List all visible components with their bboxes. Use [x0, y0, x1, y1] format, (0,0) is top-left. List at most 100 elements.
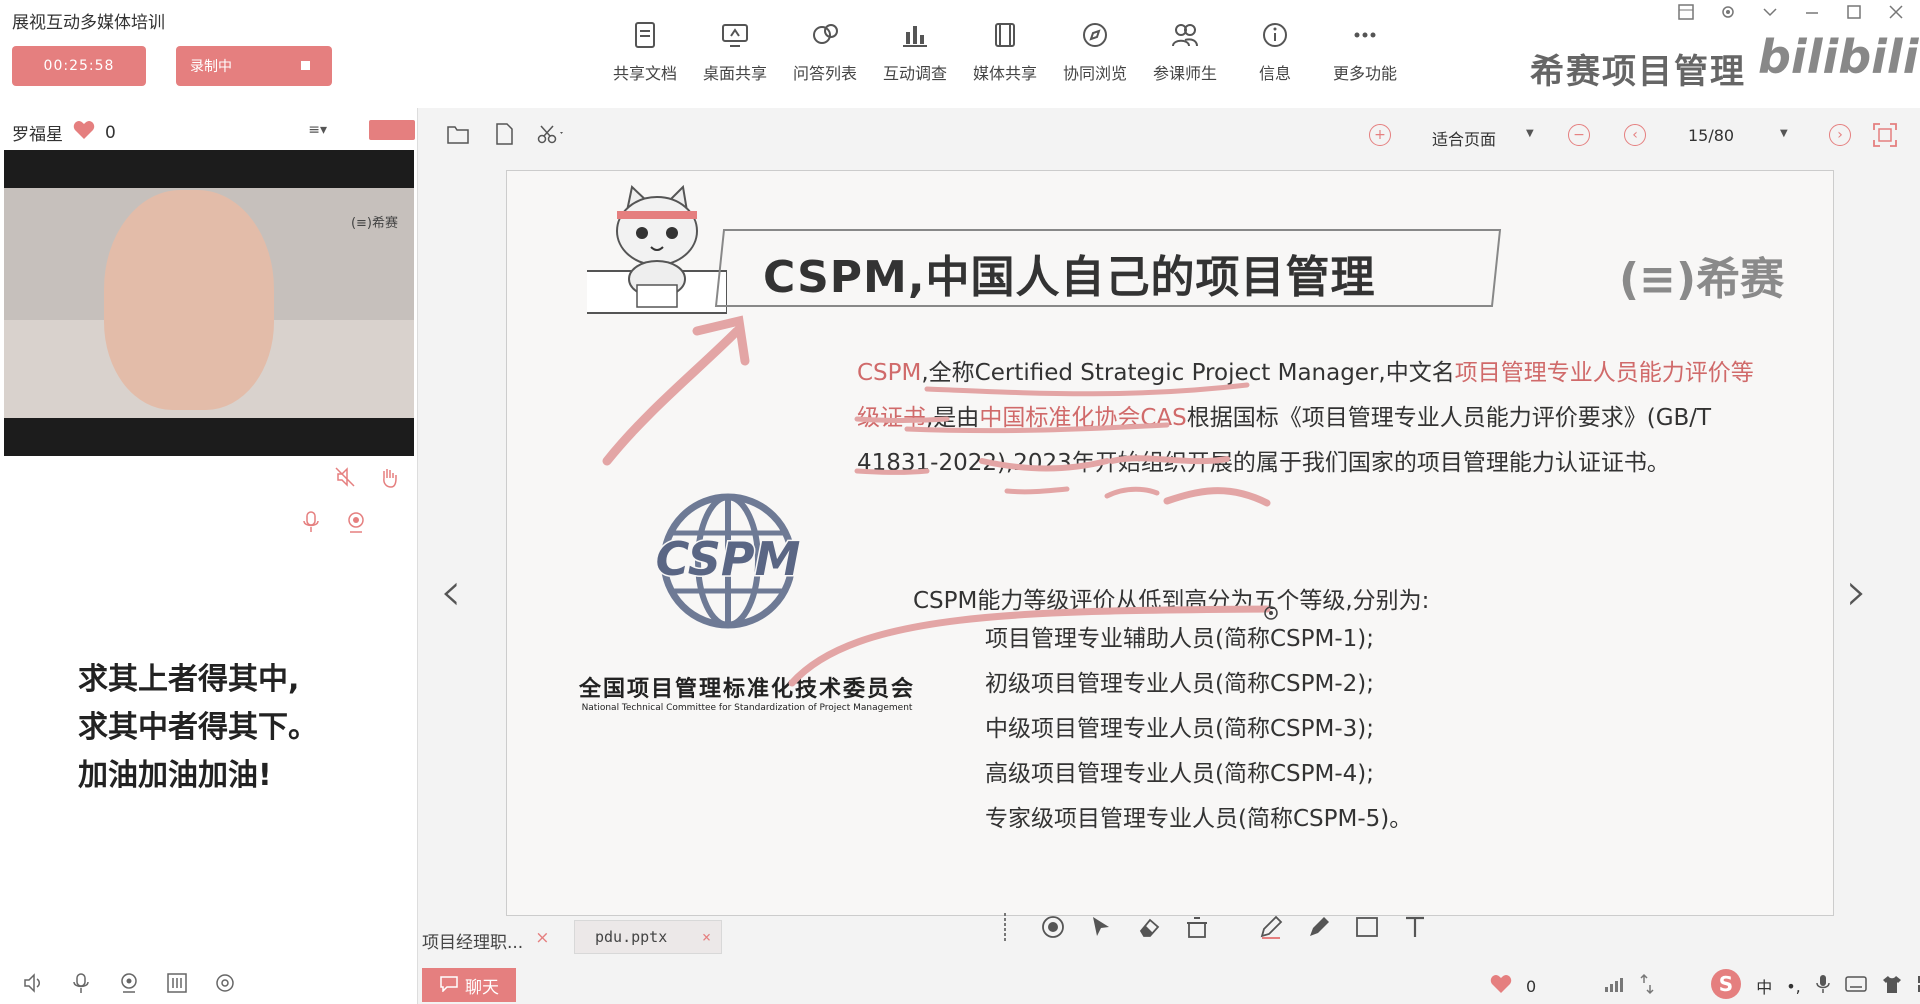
- chat-button[interactable]: 聊天: [422, 968, 516, 1002]
- level-item: 初级项目管理专业人员(简称CSPM-2);: [985, 671, 1375, 697]
- para-text-2: ,是由: [926, 405, 980, 431]
- left-panel: 罗福星 0 ≡▾ (≡)希赛 求其上者得其中, 求其中者得其下。 加油加油加油!: [0, 108, 418, 1004]
- zoom-in-icon[interactable]: +: [1369, 124, 1391, 146]
- chevron-down-icon[interactable]: ▼: [1780, 128, 1788, 139]
- clear-icon[interactable]: [1182, 912, 1212, 942]
- camera-icon[interactable]: [116, 970, 142, 996]
- tool-co-browse[interactable]: 协同浏览: [1050, 18, 1140, 92]
- close-icon[interactable]: [1886, 2, 1906, 22]
- heart-icon[interactable]: [1490, 974, 1512, 998]
- top-bar: 展视互动多媒体培训 00:25:58 录制中 共享文档 桌面共享 问答列表 互动…: [0, 0, 1920, 108]
- tool-media-share[interactable]: 媒体共享: [960, 18, 1050, 92]
- scissors-icon[interactable]: [536, 120, 564, 148]
- level-item: 高级项目管理专业人员(简称CSPM-4);: [985, 761, 1375, 787]
- tool-shared-doc[interactable]: 共享文档: [600, 18, 690, 92]
- tool-label: 桌面共享: [702, 64, 767, 83]
- speaker-icon[interactable]: [20, 970, 46, 996]
- video-watermark: (≡)希赛: [350, 216, 398, 231]
- camera-icon[interactable]: [344, 510, 368, 538]
- main-toolbar: 共享文档 桌面共享 问答列表 互动调查 媒体共享 协同浏览 参课师生 信息 更多…: [600, 18, 1410, 92]
- slide-next-arrow[interactable]: ›: [1846, 560, 1868, 623]
- chevron-down-icon[interactable]: [1760, 2, 1780, 22]
- pen-icon[interactable]: [1256, 912, 1286, 942]
- laser-pointer-icon[interactable]: [1038, 912, 1068, 942]
- layout-icon[interactable]: [1676, 2, 1696, 22]
- hand-icon[interactable]: [378, 466, 400, 492]
- committee-en: National Technical Committee for Standar…: [581, 703, 913, 713]
- more-icon: [1348, 18, 1382, 52]
- ime-mode[interactable]: 中: [1756, 974, 1772, 998]
- zoom-out-icon[interactable]: −: [1568, 124, 1590, 146]
- page-indicator[interactable]: 15/80: [1688, 126, 1734, 145]
- folder-open-icon[interactable]: [444, 120, 472, 148]
- cspm-globe-logo: CSPM: [654, 493, 802, 629]
- cspm-logo-text: CSPM: [656, 532, 801, 586]
- tool-participants[interactable]: 参课师生: [1140, 18, 1230, 92]
- heart-icon[interactable]: [73, 120, 95, 145]
- fit-page-select[interactable]: 适合页面: [1432, 126, 1496, 150]
- tool-desktop-share[interactable]: 桌面共享: [690, 18, 780, 92]
- file-tab-2[interactable]: pdu.pptx ×: [574, 920, 722, 954]
- teacher-video: (≡)希赛: [4, 150, 414, 456]
- file-tab-1[interactable]: 项目经理职... ×: [422, 928, 549, 953]
- levels-title: CSPM能力等级评价从低到高分为五个等级,分别为:: [913, 588, 1430, 614]
- settings-icon[interactable]: [1718, 2, 1738, 22]
- cursor-icon[interactable]: [1086, 912, 1116, 942]
- rectangle-icon[interactable]: [1352, 912, 1382, 942]
- sogou-icon[interactable]: S: [1710, 968, 1742, 1004]
- prev-page-icon[interactable]: ‹: [1624, 124, 1646, 146]
- tool-more[interactable]: 更多功能: [1320, 18, 1410, 92]
- para-cas: 中国标准化协会CAS: [979, 405, 1187, 431]
- microphone-icon[interactable]: [1815, 974, 1831, 998]
- record-button[interactable]: 录制中: [176, 46, 332, 86]
- tool-label: 协同浏览: [1062, 64, 1127, 83]
- tool-qa-list[interactable]: 问答列表: [780, 18, 870, 92]
- tool-label: 信息: [1258, 64, 1291, 83]
- settings-icon[interactable]: [212, 970, 238, 996]
- user-tag[interactable]: [369, 120, 415, 140]
- shirt-icon[interactable]: [1881, 974, 1903, 998]
- timer-button[interactable]: 00:25:58: [12, 46, 146, 86]
- presentation-slide: CSPM,中国人自己的项目管理 (≡)希赛 CSPM,全称Certified S…: [506, 170, 1834, 916]
- text-tool-icon[interactable]: [1400, 912, 1430, 942]
- maximize-icon[interactable]: [1844, 2, 1864, 22]
- mute-audio-icon[interactable]: [334, 466, 356, 492]
- highlighter-icon[interactable]: [1304, 912, 1334, 942]
- system-tray: 0 S 中 •,: [1490, 968, 1920, 1004]
- keyboard-icon[interactable]: [1844, 976, 1867, 996]
- minimize-icon[interactable]: [1802, 2, 1822, 22]
- file-icon[interactable]: [490, 120, 518, 148]
- level-item: 专家级项目管理专业人员(简称CSPM-5)。: [985, 806, 1413, 832]
- list-icon[interactable]: ≡▾: [308, 122, 327, 138]
- chevron-down-icon[interactable]: ▼: [1526, 128, 1534, 139]
- fullscreen-icon[interactable]: [1872, 122, 1898, 152]
- users-icon: [1168, 18, 1202, 52]
- eraser-icon[interactable]: [1134, 912, 1164, 942]
- close-icon[interactable]: ×: [702, 928, 711, 946]
- video-controls-row1: [334, 466, 400, 492]
- tool-info[interactable]: 信息: [1230, 18, 1320, 92]
- microphone-icon[interactable]: [300, 510, 322, 538]
- stop-icon[interactable]: [301, 61, 310, 70]
- bilibili-logo: bilibili: [1758, 30, 1919, 84]
- drag-handle-icon[interactable]: [990, 912, 1020, 942]
- punctuation-icon[interactable]: •,: [1786, 977, 1801, 996]
- tool-survey[interactable]: 互动调查: [870, 18, 960, 92]
- equalizer-icon[interactable]: [164, 970, 190, 996]
- tool-label: 互动调查: [882, 64, 947, 83]
- motto-text: 求其上者得其中, 求其中者得其下。 加油加油加油!: [78, 656, 318, 800]
- slide-file-tools: [444, 120, 564, 148]
- tool-label: 媒体共享: [972, 64, 1037, 83]
- cat-mascot-image: [587, 184, 727, 314]
- brand-name: 希赛项目管理: [1530, 52, 1746, 92]
- chat-icon: [439, 974, 459, 997]
- close-icon[interactable]: ×: [535, 928, 549, 953]
- intro-paragraph: CSPM,全称Certified Strategic Project Manag…: [857, 351, 1757, 486]
- slide-prev-arrow[interactable]: ‹: [440, 560, 462, 623]
- tool-label: 共享文档: [612, 64, 677, 83]
- committee-label: 全国项目管理标准化技术委员会 National Technical Commit…: [557, 671, 937, 713]
- network-updown-icon: [1640, 973, 1654, 999]
- microphone-icon[interactable]: [68, 970, 94, 996]
- video-face: [104, 190, 274, 410]
- next-page-icon[interactable]: ›: [1829, 124, 1851, 146]
